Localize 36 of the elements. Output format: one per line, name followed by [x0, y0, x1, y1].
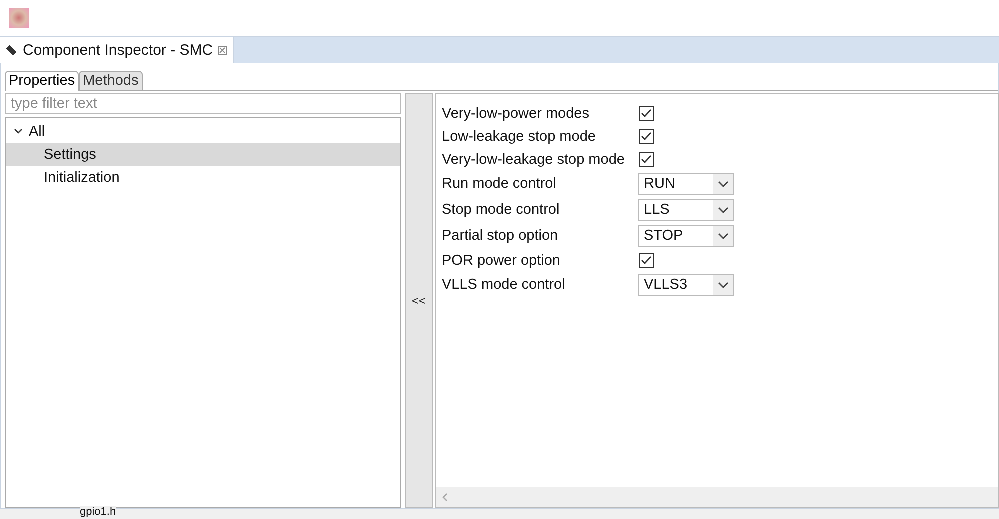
dropdown[interactable]: STOP [638, 225, 734, 247]
view-tab[interactable]: Component Inspector - SMC [0, 37, 234, 63]
horizontal-scrollbar[interactable] [436, 487, 998, 507]
property-label: Partial stop option [442, 228, 560, 244]
tree-item[interactable]: Initialization [6, 166, 400, 189]
dropdown[interactable]: LLS [638, 199, 734, 221]
filter-field[interactable]: type filter text [5, 93, 401, 114]
checkbox[interactable] [639, 106, 654, 121]
chevron-down-icon [718, 232, 728, 240]
checkmark-icon [641, 109, 652, 118]
dropdown[interactable]: VLLS3 [638, 274, 734, 296]
chevron-down-icon [718, 282, 728, 288]
checkbox[interactable] [639, 129, 654, 144]
collapse-button[interactable]: << [405, 93, 433, 508]
property-label: Run mode control [442, 176, 558, 192]
checkbox[interactable] [639, 253, 654, 268]
property-label: Low-leakage stop mode [442, 128, 597, 144]
property-label: Stop mode control [442, 202, 561, 218]
close-icon[interactable] [218, 46, 228, 54]
dropdown[interactable]: RUN [638, 173, 734, 195]
property-label: VLLS mode control [442, 277, 566, 293]
property-label: Very-low-leakage stop mode [442, 152, 626, 168]
property-label: Very-low-power modes [442, 106, 590, 122]
tab[interactable]: Methods [79, 71, 143, 90]
checkmark-icon [641, 155, 652, 164]
chevron-down-icon [718, 206, 728, 214]
tab[interactable]: Properties [5, 71, 80, 91]
file-name: gpio1.h [80, 506, 116, 519]
chevron-down-icon [718, 180, 728, 188]
checkbox[interactable] [639, 152, 654, 167]
checkmark-icon [641, 256, 652, 265]
view-title: Component Inspector - SMC [23, 42, 214, 58]
checkmark-icon [641, 132, 652, 141]
property-label: POR power option [442, 252, 562, 268]
tree-item[interactable]: All [6, 120, 400, 143]
tree-item[interactable]: Settings [6, 143, 400, 166]
